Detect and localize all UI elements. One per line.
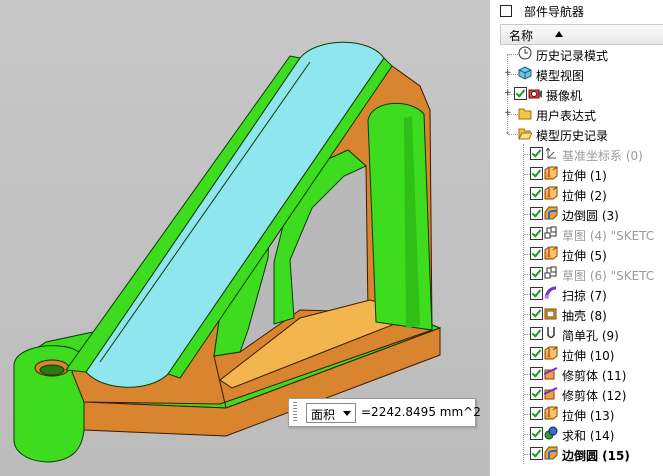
collapse-icon[interactable]: - [504,129,511,138]
expand-icon[interactable]: + [504,89,512,98]
expand-icon[interactable]: + [504,109,512,118]
checkbox[interactable] [530,227,543,240]
tree-item-label: 草图 (6) "SKETC [562,269,655,283]
trim-body-icon [543,386,558,400]
tree-item-label: 拉伸 (10) [562,349,615,363]
graphics-viewport[interactable]: 面积 =2242.8495 mm^2 [0,0,489,476]
tree-item-label: 修剪体 (11) [562,369,627,383]
tree-item-label: 修剪体 (12) [562,389,627,403]
tree-item-label: 简单孔 (9) [562,329,619,343]
tree-item-label: 拉伸 (1) [562,169,607,183]
camera-icon [528,86,542,100]
sweep-icon [544,286,558,300]
checkbox[interactable] [530,147,543,160]
tree-item[interactable]: - 模型历史记录 [490,124,663,144]
checkbox[interactable] [530,167,543,180]
checkbox[interactable] [530,367,543,380]
shell-icon [544,306,558,320]
tree-item-label: 拉伸 (2) [562,189,607,203]
tree-item[interactable]: 拉伸 (10) [490,344,663,364]
sort-ascending-icon [555,31,563,37]
tree-item-label: 基准坐标系 (0) [562,149,643,163]
chevron-down-icon [343,411,351,416]
tree-item[interactable]: 扫掠 (7) [490,284,663,304]
measure-type-select[interactable]: 面积 [306,403,356,423]
checkbox[interactable] [530,247,543,260]
sketch-icon [544,226,558,240]
measure-value: =2242.8495 mm^2 [361,405,481,419]
navigator-title-bar: 部件导航器 [490,0,663,22]
tree-item[interactable]: 修剪体 (11) [490,364,663,384]
checkbox[interactable] [530,307,543,320]
checkbox[interactable] [514,87,527,100]
tree-item[interactable]: + 模型视图 [490,64,663,84]
tree-item-label: 用户表达式 [536,109,597,123]
tree-item[interactable]: 拉伸 (5) [490,244,663,264]
measure-readout-box: 面积 =2242.8495 mm^2 [288,398,481,427]
trim-body-icon [543,366,558,380]
checkbox[interactable] [530,347,543,360]
drag-handle[interactable] [293,402,297,422]
extrude-icon [544,246,558,260]
checkbox[interactable] [530,447,543,460]
folder-open-icon [518,126,533,140]
navigator-title: 部件导航器 [524,5,585,19]
clock-icon [518,46,532,60]
tree-item[interactable]: 简单孔 (9) [490,324,663,344]
tree-item-label: 摄像机 [546,89,583,103]
column-face[interactable] [367,102,433,331]
extrude-icon [544,186,558,200]
model-view-icon [518,66,532,80]
tree-item[interactable]: 抽壳 (8) [490,304,663,324]
part-navigator-panel: 部件导航器 名称 历史记录模式 + 模型视图 + 摄像机 + 用户表达式 - 模型历史记录基准坐… [489,0,663,476]
tree-item[interactable]: 拉伸 (2) [490,184,663,204]
checkbox[interactable] [530,187,543,200]
tree-item-label: 拉伸 (5) [562,249,607,263]
tree-item[interactable]: 草图 (6) "SKETC [490,264,663,284]
tree-item-label: 历史记录模式 [536,49,609,63]
tree-item[interactable]: 草图 (4) "SKETC [490,224,663,244]
datum-csys-icon [544,146,558,160]
tree-item[interactable]: 拉伸 (13) [490,404,663,424]
tree-item[interactable]: 基准坐标系 (0) [490,144,663,164]
edge-blend-icon [544,206,558,220]
sketch-icon [544,266,558,280]
hole-icon [544,326,558,340]
tree-item[interactable]: 拉伸 (1) [490,164,663,184]
restore-icon[interactable] [500,5,512,17]
tree-item[interactable]: 修剪体 (12) [490,384,663,404]
tree-item-label: 边倒圆 (3) [562,209,619,223]
tree-item-label: 抽壳 (8) [562,309,607,323]
tree-item-label: 求和 (14) [562,429,615,443]
checkbox[interactable] [530,407,543,420]
tree-item-label: 草图 (4) "SKETC [562,229,655,243]
unite-icon [544,426,558,440]
tree-item[interactable]: 边倒圆 (15) [490,444,663,464]
tree-item-label: 模型历史记录 [536,129,609,143]
extrude-icon [544,346,558,360]
tree-item[interactable]: 历史记录模式 [490,44,663,64]
tree-item-label: 拉伸 (13) [562,409,615,423]
tree-item[interactable]: 求和 (14) [490,424,663,444]
tree-item-label: 边倒圆 (15) [562,449,630,463]
column-header-name[interactable]: 名称 [500,24,663,45]
extrude-icon [544,406,558,420]
tree-item[interactable]: 边倒圆 (3) [490,204,663,224]
checkbox[interactable] [530,427,543,440]
tree-item-label: 模型视图 [536,69,585,83]
tree-item[interactable]: + 摄像机 [490,84,663,104]
measure-type-label: 面积 [311,408,336,422]
extrude-icon [544,166,558,180]
checkbox[interactable] [530,387,543,400]
checkbox[interactable] [530,207,543,220]
column-header-label: 名称 [509,29,534,43]
folder-icon [518,106,532,120]
checkbox[interactable] [530,327,543,340]
checkbox[interactable] [530,287,543,300]
expand-icon[interactable]: + [504,69,512,78]
tree-item[interactable]: + 用户表达式 [490,104,663,124]
tree-item-label: 扫掠 (7) [562,289,607,303]
checkbox[interactable] [530,267,543,280]
edge-blend-icon [544,446,558,460]
